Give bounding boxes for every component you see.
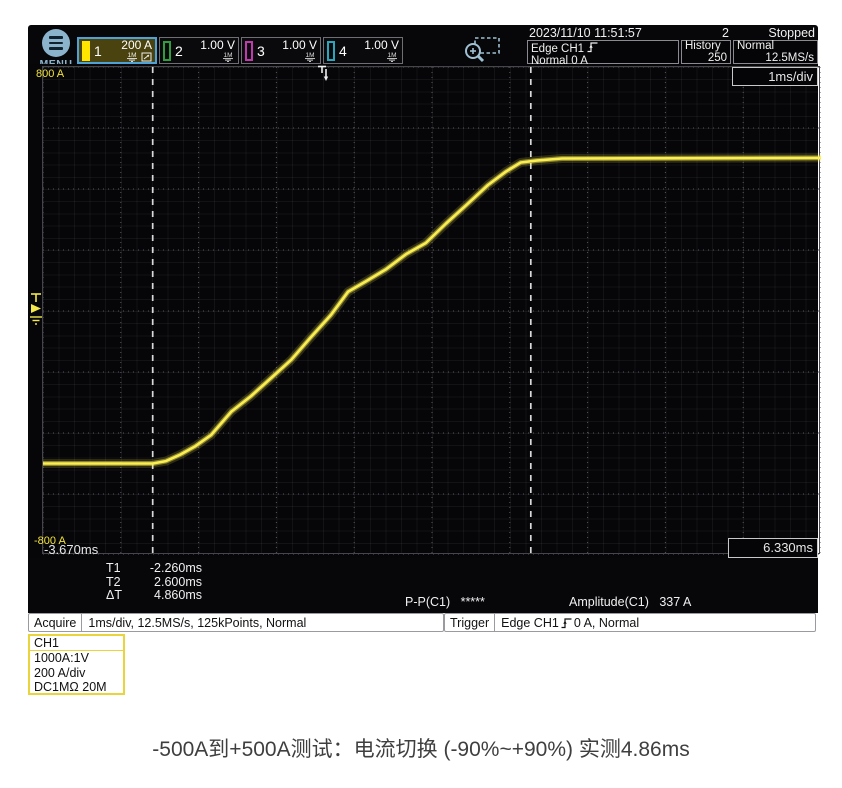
zoom-search-icon[interactable] [460, 36, 502, 64]
ch1-scale: 200 A [121, 40, 152, 51]
acquire-status-box[interactable]: Acquire 1ms/div, 12.5MS/s, 125kPoints, N… [28, 613, 444, 632]
sample-rate: 12.5MS/s [737, 53, 814, 65]
channel-box-row: 1 200 A 1M [77, 37, 403, 64]
ch4-color-bar [327, 41, 335, 61]
trigger-level-marker[interactable] [28, 292, 44, 328]
top-amplitude-label: 800 A [36, 68, 64, 80]
channel-2-box[interactable]: 2 1.00 V 1M [159, 37, 239, 64]
graticule[interactable] [42, 66, 820, 554]
ch1-probe-icon [141, 51, 152, 62]
ch4-impedance-icon: 1M [385, 51, 399, 62]
left-time-label: -3.670ms [44, 542, 98, 557]
cursor-t1-label: T1 [106, 562, 130, 576]
ch1-coupling: DC1MΩ 20M [30, 680, 123, 695]
cursor-readout-block: T1 -2.260ms T2 2.600ms ΔT 4.860ms [106, 562, 202, 603]
ch2-number: 2 [175, 43, 183, 59]
ch3-number: 3 [257, 43, 265, 59]
waveform-display-area: 800 A -800 A 1ms/div -3.670ms 6.330ms [28, 64, 818, 558]
ch1-settings-panel[interactable]: CH1 1000A:1V 200 A/div DC1MΩ 20M [28, 634, 125, 695]
ch2-impedance-icon: 1M [221, 51, 235, 62]
rising-edge-icon [587, 41, 598, 53]
cursor-dt-label: ΔT [106, 589, 130, 603]
ch3-impedance-icon: 1M [303, 51, 317, 62]
channel-info-area: CH1 1000A:1V 200 A/div DC1MΩ 20M [28, 632, 818, 698]
history-label: History [685, 41, 727, 53]
pp-measurement: P-P(C1) ***** [405, 595, 485, 609]
channel-3-box[interactable]: 3 1.00 V 1M [241, 37, 321, 64]
acquire-value: 1ms/div, 12.5MS/s, 125kPoints, Normal [82, 616, 312, 630]
ch1-impedance-icon: 1M [125, 51, 139, 62]
ch1-color-bar [82, 41, 90, 61]
pp-label: P-P(C1) [405, 595, 450, 609]
run-state: Stopped [768, 26, 815, 40]
ch1-number: 1 [94, 43, 102, 59]
ch1-probe-ratio: 1000A:1V [30, 651, 123, 666]
amplitude-measurement: Amplitude(C1) 337 A [569, 595, 691, 609]
cursor-t2-value: 2.600ms [130, 576, 202, 590]
timebase-readout: 1ms/div [732, 67, 818, 86]
channel-4-box[interactable]: 4 1.00 V 1M [323, 37, 403, 64]
hamburger-icon [42, 29, 70, 57]
amplitude-value: 337 A [659, 595, 691, 609]
datetime: 2023/11/10 11:51:57 [529, 26, 642, 40]
ch1-panel-title: CH1 [30, 636, 123, 651]
cursor-dt-value: 4.860ms [130, 589, 202, 603]
rising-edge-icon-small [561, 617, 572, 629]
cursor-t1-row: T1 -2.260ms [106, 562, 202, 576]
waveform-svg [43, 67, 821, 555]
ch3-scale: 1.00 V [282, 40, 317, 51]
history-count: 250 [685, 53, 727, 65]
trigger-type: Edge CH1 [531, 43, 584, 55]
svg-text:1M: 1M [387, 52, 396, 59]
trigger-label: Trigger [445, 614, 495, 631]
channel-1-box[interactable]: 1 200 A 1M [77, 37, 157, 64]
trigger-value-post: 0 A, Normal [574, 616, 639, 630]
acq-mode-label: Normal [737, 41, 814, 53]
svg-text:1M: 1M [305, 52, 314, 59]
ch4-number: 4 [339, 43, 347, 59]
history-box[interactable]: History 250 [681, 40, 731, 64]
acquisition-mode-box[interactable]: Normal 12.5MS/s [733, 40, 818, 64]
cursor-dt-row: ΔT 4.860ms [106, 589, 202, 603]
ch2-color-bar [163, 41, 171, 61]
bottom-status-bar: Acquire 1ms/div, 12.5MS/s, 125kPoints, N… [28, 613, 818, 632]
right-time-label: 6.330ms [728, 538, 818, 558]
cursor-t2-label: T2 [106, 576, 130, 590]
trigger-status-box[interactable]: Trigger Edge CH1 0 A, Normal [444, 613, 816, 632]
ch1-vertical-scale: 200 A/div [30, 666, 123, 681]
acquisition-count: 2 [681, 26, 729, 40]
ch3-color-bar [245, 41, 253, 61]
acquire-label: Acquire [29, 614, 82, 631]
ch4-scale: 1.00 V [364, 40, 399, 51]
figure-caption: -500A到+500A测试：电流切换 (-90%~+90%) 实测4.86ms [0, 733, 842, 763]
trigger-settings-box[interactable]: Edge CH1 Normal 0 A [527, 40, 679, 64]
cursor-t1-value: -2.260ms [130, 562, 202, 576]
pp-value: ***** [461, 595, 485, 609]
trigger-position-marker[interactable] [316, 65, 330, 82]
svg-text:1M: 1M [127, 52, 136, 59]
amplitude-label: Amplitude(C1) [569, 595, 649, 609]
cursor-t2-row: T2 2.600ms [106, 576, 202, 590]
ch2-scale: 1.00 V [200, 40, 235, 51]
oscilloscope-screen: 2023/11/10 11:51:57 2 Stopped MENU 1 200… [28, 25, 818, 698]
svg-text:1M: 1M [223, 52, 232, 59]
trigger-value-pre: Edge CH1 [501, 616, 559, 630]
